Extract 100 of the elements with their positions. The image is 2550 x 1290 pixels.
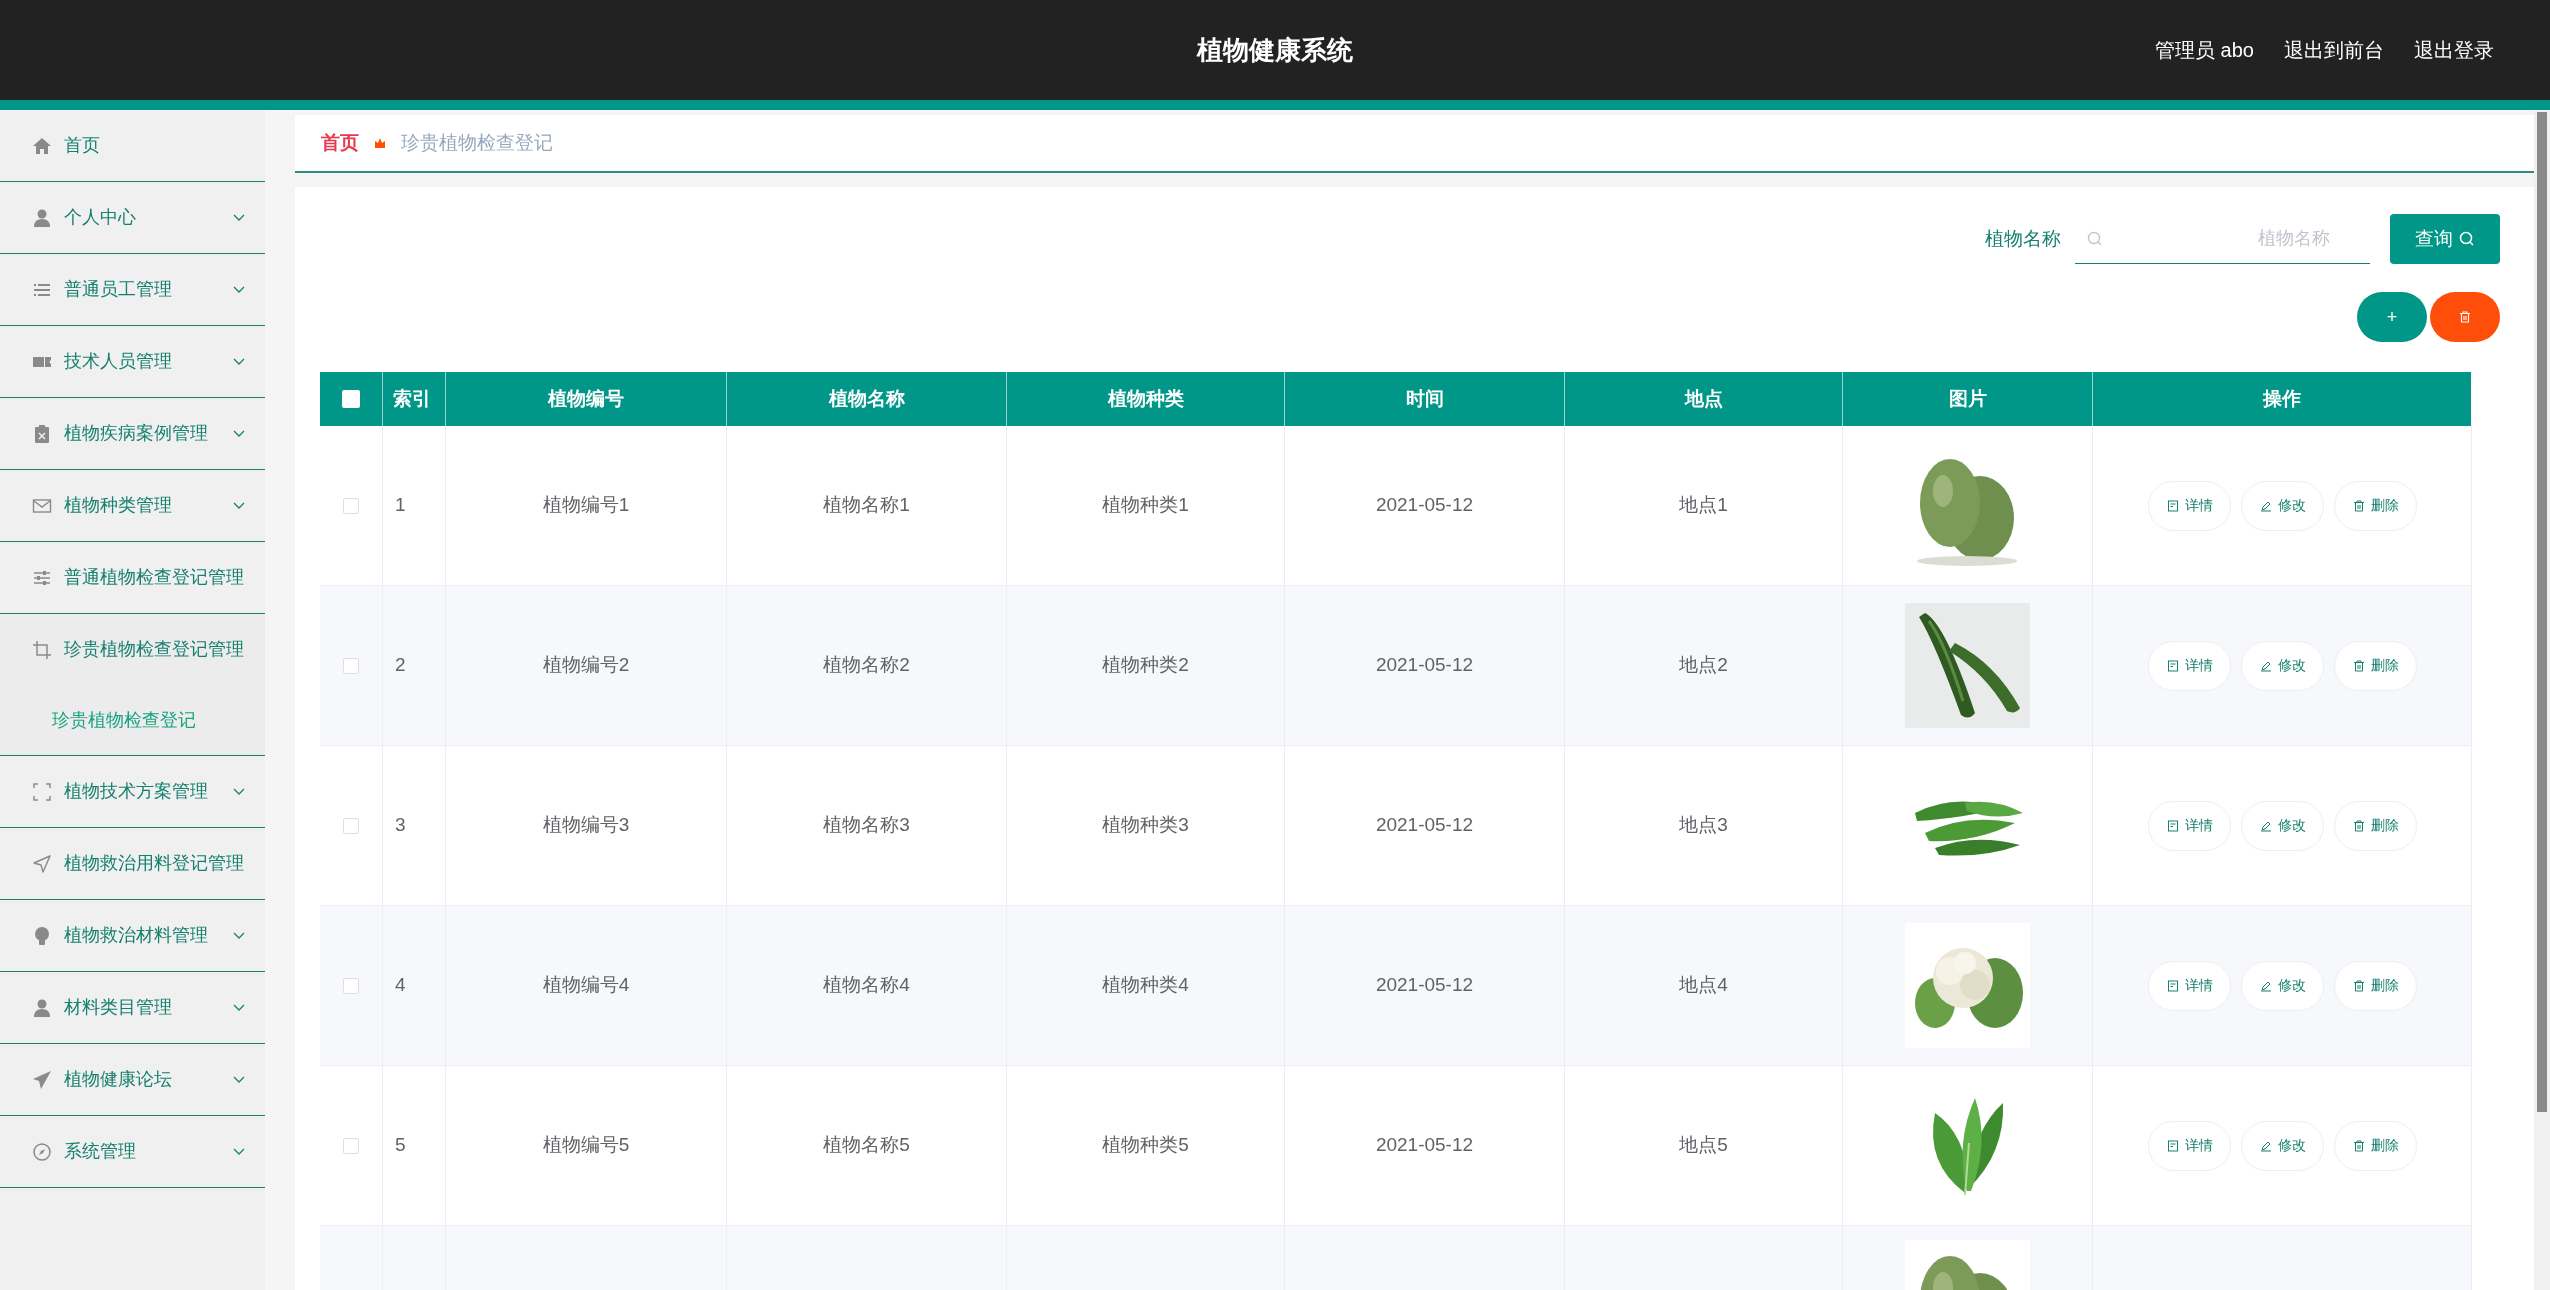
pencil-icon — [2259, 659, 2272, 672]
submenu-item[interactable]: 珍贵植物检查登记 — [0, 685, 265, 755]
person-icon — [32, 207, 52, 228]
table-cell-text: 5 — [395, 1133, 406, 1158]
trash-icon — [2352, 499, 2365, 512]
chevron-down-icon — [233, 501, 245, 510]
chevron-down-icon — [233, 1003, 245, 1012]
document-icon — [2166, 659, 2179, 672]
search-icon — [2459, 231, 2475, 247]
details-button[interactable]: 详情 — [2148, 480, 2231, 531]
search-button[interactable]: 查询 — [2390, 214, 2500, 264]
home-icon — [32, 135, 52, 156]
trash-icon — [2459, 311, 2471, 323]
trash-icon — [2352, 659, 2365, 672]
table-cell-text: 植物种类3 — [1102, 813, 1189, 838]
table-cell-text: 2 — [395, 653, 406, 678]
delete-button[interactable]: 删除 — [2334, 1120, 2417, 1171]
chevron-down-icon — [233, 429, 245, 438]
row-checkbox[interactable] — [343, 497, 359, 514]
document-icon — [2166, 819, 2179, 832]
chevron-down-icon — [233, 213, 245, 222]
chevron-down-icon — [233, 787, 245, 796]
table-cell-text: 植物编号1 — [542, 493, 630, 518]
row-checkbox[interactable] — [343, 817, 359, 834]
crown-icon — [373, 136, 387, 150]
header-link[interactable]: 退出登录 — [2414, 35, 2494, 65]
user-label: 管理员 abo — [2155, 38, 2254, 63]
delete-button[interactable]: 删除 — [2334, 480, 2417, 531]
table-cell-text: 植物种类4 — [1102, 973, 1189, 998]
edit-button[interactable]: 修改 — [2241, 800, 2324, 851]
header-link[interactable]: 退出到前台 — [2284, 35, 2384, 65]
table-cell-text: 2021-05-12 — [1375, 653, 1474, 678]
send-icon — [32, 853, 52, 874]
table-cell-text: 2021-05-12 — [1375, 813, 1474, 838]
chevron-down-icon — [233, 931, 245, 940]
delete-button[interactable]: 删除 — [2334, 960, 2417, 1011]
table-cell-text: 2021-05-12 — [1375, 1133, 1474, 1158]
select-all-checkbox[interactable] — [342, 390, 360, 408]
add-button[interactable]: + — [2357, 292, 2427, 342]
row-checkbox[interactable] — [343, 1137, 359, 1154]
edit-button[interactable]: 修改 — [2241, 1120, 2324, 1171]
pencil-icon — [2259, 1139, 2272, 1152]
document-icon — [2166, 979, 2179, 992]
sidebar-item[interactable]: 珍贵植物检查登记管理 — [0, 614, 265, 685]
pencil-icon — [2259, 979, 2272, 992]
person-icon — [32, 997, 52, 1018]
trash-icon — [2352, 819, 2365, 832]
table-cell-text: 4 — [395, 973, 406, 998]
edit-button[interactable]: 修改 — [2241, 480, 2324, 531]
search-label: 植物名称 — [1985, 226, 2061, 251]
details-button[interactable]: 详情 — [2148, 960, 2231, 1011]
details-button[interactable]: 详情 — [2148, 1120, 2231, 1171]
edit-button[interactable]: 修改 — [2241, 640, 2324, 691]
table-cell-text: 植物种类1 — [1102, 493, 1189, 518]
chevron-down-icon — [233, 1147, 245, 1156]
scrollbar[interactable] — [2534, 110, 2550, 1290]
details-button[interactable]: 详情 — [2148, 800, 2231, 851]
pencil-icon — [2259, 499, 2272, 512]
search-icon — [2087, 231, 2103, 247]
table-cell-text: 地点2 — [1679, 653, 1728, 678]
table-cell-text: 地点3 — [1679, 813, 1728, 838]
table-cell-text: 植物名称1 — [823, 493, 910, 518]
trash-icon — [2352, 1139, 2365, 1152]
table-cell-text: 植物名称3 — [823, 813, 910, 838]
document-icon — [2166, 1139, 2179, 1152]
details-button[interactable]: 详情 — [2148, 640, 2231, 691]
document-icon — [2166, 499, 2179, 512]
paper-plane-icon — [32, 1069, 52, 1090]
delete-button[interactable]: 删除 — [2334, 640, 2417, 691]
chevron-down-icon — [233, 285, 245, 294]
table-cell-text: 植物编号3 — [542, 813, 630, 838]
clipboard-icon — [32, 423, 52, 444]
search-field[interactable]: 植物名称 — [2075, 214, 2370, 264]
table-cell-text: 地点5 — [1679, 1133, 1728, 1158]
table-cell-text: 3 — [395, 813, 406, 838]
pencil-icon — [2259, 819, 2272, 832]
row-checkbox[interactable] — [343, 977, 359, 994]
table-cell-text: 2021-05-12 — [1375, 973, 1474, 998]
bulb-icon — [32, 925, 52, 946]
breadcrumb-current: 珍贵植物检查登记 — [401, 130, 553, 155]
delete-button[interactable] — [2430, 292, 2500, 342]
table-cell-text: 2021-05-12 — [1375, 493, 1474, 518]
crop-icon — [32, 639, 52, 660]
chevron-down-icon — [233, 357, 245, 366]
chevron-down-icon — [233, 1075, 245, 1084]
compass-icon — [32, 1141, 52, 1162]
table-cell-text: 植物名称2 — [823, 653, 910, 678]
table-cell-text: 植物编号5 — [542, 1133, 630, 1158]
table-cell-text: 1 — [395, 493, 406, 518]
edit-button[interactable]: 修改 — [2241, 960, 2324, 1011]
table-cell-text: 植物种类2 — [1102, 653, 1189, 678]
table-cell-text: 植物编号4 — [542, 973, 630, 998]
table-cell-text: 地点4 — [1679, 973, 1728, 998]
delete-button[interactable]: 删除 — [2334, 800, 2417, 851]
table-cell-text: 植物编号2 — [542, 653, 630, 678]
trash-icon — [2352, 979, 2365, 992]
breadcrumb-link[interactable]: 首页 — [321, 128, 359, 158]
table-cell-text: 地点1 — [1679, 493, 1728, 518]
row-checkbox[interactable] — [343, 657, 359, 674]
table-cell-text: 植物名称4 — [823, 973, 910, 998]
